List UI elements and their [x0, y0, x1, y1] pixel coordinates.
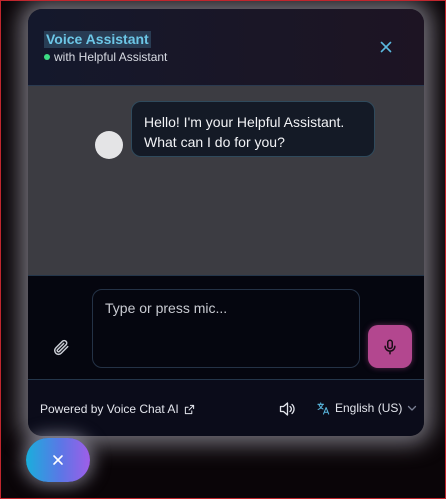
- toggle-assistant-button[interactable]: [26, 438, 90, 482]
- assistant-message-bubble: Hello! I'm your Helpful Assistant. What …: [131, 101, 375, 157]
- close-icon: [380, 41, 392, 53]
- language-label: English (US): [335, 401, 403, 415]
- message-input[interactable]: [92, 289, 360, 368]
- panel-subtitle: with Helpful Assistant: [54, 50, 168, 64]
- chevron-down-icon: [408, 405, 417, 411]
- mic-button[interactable]: [368, 325, 412, 368]
- paperclip-icon: [53, 339, 69, 356]
- panel-title: Voice Assistant: [44, 31, 151, 48]
- voice-assistant-panel: Voice Assistant with Helpful Assistant H…: [28, 9, 424, 436]
- panel-header: Voice Assistant with Helpful Assistant: [28, 9, 424, 86]
- speaker-icon: [279, 402, 295, 416]
- composer: [28, 275, 424, 380]
- online-status-dot: [44, 54, 50, 60]
- translate-icon: [317, 401, 330, 415]
- assistant-avatar: [95, 131, 123, 159]
- powered-by-link[interactable]: Powered by Voice Chat AI: [40, 402, 195, 416]
- close-icon: [53, 455, 63, 465]
- panel-footer: Powered by Voice Chat AI English (US): [28, 379, 424, 436]
- microphone-icon: [384, 339, 396, 354]
- language-selector[interactable]: English (US): [317, 401, 417, 415]
- powered-by-label: Powered by Voice Chat AI: [40, 402, 179, 416]
- subtitle-row: with Helpful Assistant: [44, 50, 167, 64]
- external-link-icon: [184, 404, 194, 414]
- speaker-toggle[interactable]: [279, 401, 296, 417]
- close-button[interactable]: [378, 39, 394, 55]
- attach-button[interactable]: [52, 338, 70, 356]
